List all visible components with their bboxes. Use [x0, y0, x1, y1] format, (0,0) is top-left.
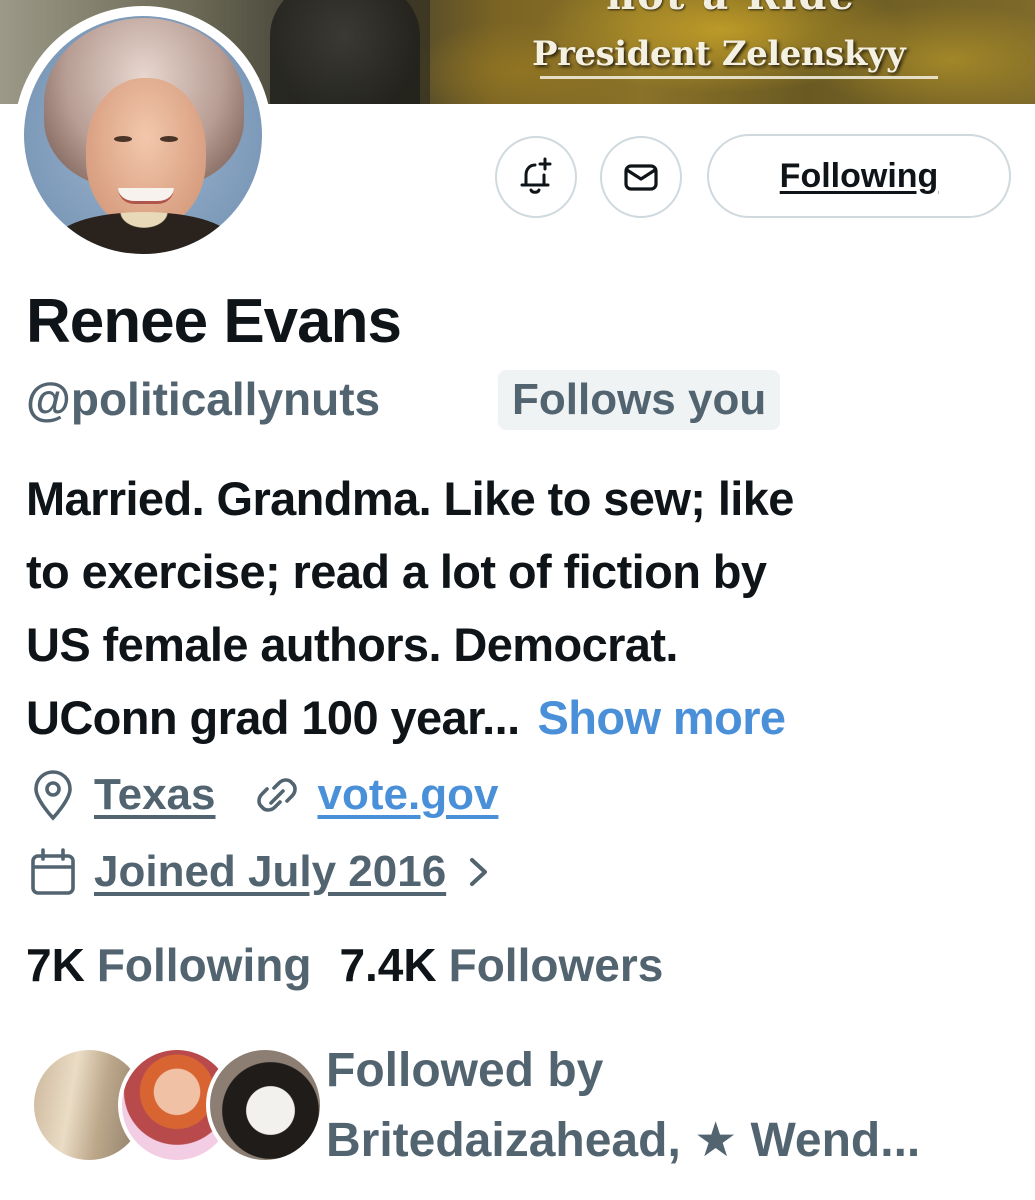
chevron-right-icon [470, 858, 488, 886]
bio-line: US female authors. Democrat. [26, 618, 678, 671]
following-count[interactable]: 7K Following [26, 938, 311, 992]
banner-headline: President Zelenskyy [532, 34, 906, 74]
followed-by-avatars[interactable] [30, 1046, 324, 1166]
follows-you-badge: Follows you [498, 370, 781, 430]
website-link[interactable]: vote.gov [318, 770, 499, 820]
profile-meta-row: Texas vote.gov [28, 768, 498, 822]
display-name: Renee Evans [26, 287, 402, 356]
followed-by-text[interactable]: Followed by Britedaizahead, ★ Wend... [326, 1036, 920, 1176]
location-pin-icon [34, 770, 72, 821]
banner-figure [270, 0, 420, 104]
link-icon [256, 778, 297, 812]
location-link[interactable]: Texas [94, 770, 216, 820]
followed-by-names: Britedaizahead, ★ Wend... [326, 1114, 921, 1167]
bio-line: UConn grad 100 year... [26, 691, 520, 744]
followers-count[interactable]: 7.4K Followers [339, 938, 663, 992]
profile-avatar[interactable] [14, 6, 272, 264]
bio-line: Married. Grandma. Like to sew; like [26, 472, 794, 525]
joined-date[interactable]: Joined July 2016 [94, 847, 446, 897]
calendar-icon [31, 848, 75, 895]
joined-row[interactable]: Joined July 2016 [28, 845, 492, 899]
bio-line: to exercise; read a lot of fiction by [26, 545, 767, 598]
following-button[interactable]: Following [707, 134, 1011, 218]
message-button[interactable] [600, 136, 682, 218]
followed-by-line: Followed by [326, 1044, 604, 1097]
follower-avatar [206, 1046, 324, 1164]
bio-line-last: UConn grad 100 year... Show more [26, 681, 1016, 754]
avatar-photo [24, 16, 262, 254]
profile-bio: Married. Grandma. Like to sew; like to e… [26, 462, 1016, 754]
envelope-icon [624, 164, 658, 191]
user-handle: @politicallynuts [26, 373, 381, 425]
follow-counts: 7K Following 7.4K Followers [26, 938, 663, 992]
banner-headline-top: not a Ride [596, 0, 866, 14]
show-more-link[interactable]: Show more [538, 691, 787, 744]
bell-plus-icon [520, 157, 552, 194]
banner-headline-rule [540, 76, 938, 79]
notifications-button[interactable] [495, 136, 577, 218]
